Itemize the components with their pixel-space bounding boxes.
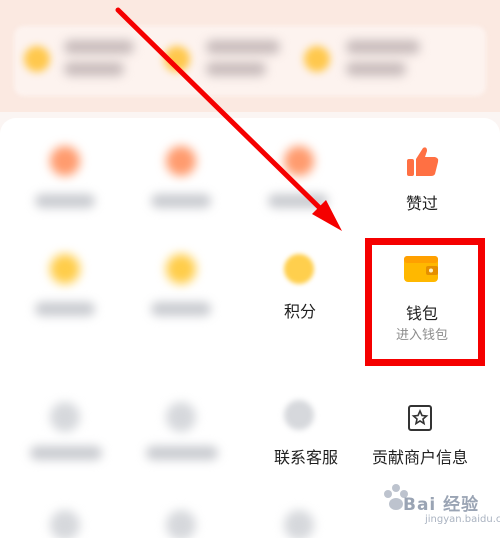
blurred-service-label — [151, 194, 211, 208]
contact-service-label: 联系客服 — [273, 448, 338, 467]
contribute-merchant-label: 贡献商户信息 — [371, 448, 468, 467]
blurred-service-icon[interactable] — [166, 402, 196, 432]
banner-coin-icon — [304, 46, 330, 72]
points-label: 积分 — [283, 302, 316, 321]
thumbs-up-icon — [407, 147, 439, 176]
blurred-service-label — [151, 302, 211, 316]
banner-blurred-text — [64, 62, 124, 76]
shop-info-icon — [408, 405, 432, 431]
banner-card[interactable] — [14, 26, 486, 96]
blurred-service-icon[interactable] — [284, 510, 314, 538]
blurred-service-icon[interactable] — [166, 510, 196, 538]
top-banner — [0, 0, 500, 112]
banner-blurred-text — [346, 62, 406, 76]
banner-coin-icon — [164, 46, 190, 72]
likes-label: 赞过 — [405, 194, 438, 213]
headset-icon — [284, 400, 314, 430]
blurred-service-icon[interactable] — [166, 254, 196, 284]
banner-coin-icon — [24, 46, 50, 72]
banner-blurred-text — [64, 40, 134, 54]
banner-blurred-text — [346, 40, 420, 54]
blurred-service-label — [35, 194, 95, 208]
blurred-service-icon[interactable] — [166, 146, 196, 176]
blurred-service-label — [146, 446, 218, 460]
wallet-highlight-box — [365, 238, 485, 366]
blurred-service-icon[interactable] — [50, 510, 80, 538]
watermark-brand: Bai 经验 — [403, 495, 480, 515]
banner-blurred-text — [206, 62, 266, 76]
banner-blurred-text — [206, 40, 280, 54]
blurred-service-icon[interactable] — [50, 402, 80, 432]
blurred-service-label — [35, 302, 95, 316]
coin-icon — [284, 254, 314, 284]
blurred-service-label — [268, 194, 328, 208]
watermark-url: jingyan.baidu.com — [425, 514, 500, 525]
blurred-service-icon[interactable] — [50, 146, 80, 176]
blurred-service-icon[interactable] — [284, 146, 314, 176]
blurred-service-label — [30, 446, 102, 460]
blurred-service-icon[interactable] — [50, 254, 80, 284]
